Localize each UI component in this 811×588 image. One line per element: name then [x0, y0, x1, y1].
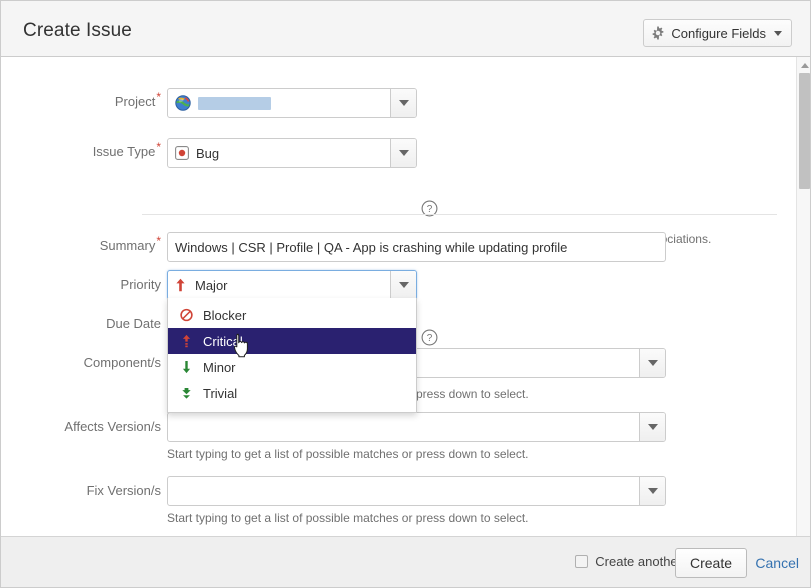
page-title: Create Issue: [23, 20, 132, 41]
project-label: Project*: [114, 89, 161, 109]
priority-option-critical[interactable]: Critical: [168, 328, 416, 354]
dialog-header: Create Issue Configure Fields: [1, 1, 810, 57]
create-issue-dialog: Create Issue Configure Fields Project* I…: [0, 0, 811, 588]
required-indicator: *: [156, 89, 161, 104]
cancel-label: Cancel: [755, 555, 799, 571]
priority-help-icon[interactable]: ?: [421, 329, 438, 346]
configure-fields-label: Configure Fields: [671, 25, 766, 41]
vertical-scrollbar[interactable]: [796, 57, 810, 538]
priority-value: Major: [195, 277, 228, 293]
components-dropdown-button[interactable]: [639, 349, 665, 377]
issue-type-field[interactable]: Bug: [167, 138, 417, 168]
chevron-down-icon: [647, 424, 658, 430]
affects-versions-dropdown-button[interactable]: [639, 413, 665, 441]
priority-option-label: Minor: [203, 359, 236, 375]
chevron-down-icon: [398, 100, 409, 106]
issue-type-value: Bug: [196, 145, 220, 161]
summary-label: Summary*: [99, 233, 161, 253]
fix-versions-input[interactable]: [167, 476, 666, 506]
priority-field[interactable]: Major: [167, 270, 417, 300]
bug-icon: [175, 146, 196, 160]
chevron-down-icon: [647, 488, 658, 494]
priority-trivial-double-arrow-down-icon: [180, 386, 203, 400]
affects-versions-input[interactable]: [167, 412, 666, 442]
scrollbar-thumb[interactable]: [799, 73, 810, 189]
priority-option-blocker[interactable]: Blocker: [168, 302, 416, 328]
chevron-down-icon: [774, 30, 782, 36]
project-value-redacted: [198, 96, 271, 110]
priority-dropdown-button[interactable]: [390, 271, 416, 299]
priority-major-arrow-up-icon: [175, 278, 195, 292]
dialog-footer: Create another Create Cancel: [1, 536, 810, 587]
required-indicator: *: [156, 139, 161, 154]
priority-label: Priority: [120, 277, 161, 292]
fix-versions-label: Fix Version/s: [86, 483, 161, 498]
priority-blocker-no-entry-icon: [180, 308, 203, 322]
project-field[interactable]: [167, 88, 417, 118]
priority-option-minor[interactable]: Minor: [168, 354, 416, 380]
gear-icon: [651, 26, 665, 40]
create-button[interactable]: Create: [674, 548, 747, 578]
fix-versions-help-text: Start typing to get a list of possible m…: [167, 511, 529, 525]
configure-fields-button[interactable]: Configure Fields: [643, 19, 792, 47]
priority-dropdown-menu[interactable]: Blocker Critical Minor Trivial: [167, 298, 417, 413]
project-dropdown-button[interactable]: [390, 89, 416, 117]
components-help-text: press down to select.: [416, 387, 529, 401]
create-button-label: Create: [689, 555, 732, 571]
create-another-label: Create another: [595, 554, 682, 569]
due-date-label: Due Date: [106, 316, 161, 331]
priority-option-trivial[interactable]: Trivial: [168, 380, 416, 406]
affects-versions-help-text: Start typing to get a list of possible m…: [167, 447, 529, 461]
chevron-down-icon: [647, 360, 658, 366]
priority-option-label: Blocker: [203, 307, 247, 323]
required-indicator: *: [156, 233, 161, 248]
fix-versions-dropdown-button[interactable]: [639, 477, 665, 505]
summary-input[interactable]: Windows | CSR | Profile | QA - App is cr…: [167, 232, 666, 262]
checkbox-box[interactable]: [575, 555, 589, 568]
chevron-down-icon: [398, 282, 409, 288]
affects-versions-label: Affects Version/s: [64, 419, 161, 434]
components-label: Component/s: [83, 355, 161, 370]
issue-type-label: Issue Type*: [92, 139, 161, 159]
project-globe-icon: [175, 95, 198, 111]
create-another-checkbox[interactable]: Create another: [575, 554, 682, 569]
cancel-link[interactable]: Cancel: [755, 555, 799, 571]
priority-minor-arrow-down-icon: [180, 360, 203, 374]
section-divider: [142, 214, 777, 215]
priority-option-label: Critical: [203, 333, 243, 349]
chevron-down-icon: [398, 150, 409, 156]
issue-type-dropdown-button[interactable]: [390, 139, 416, 167]
svg-text:?: ?: [427, 333, 433, 344]
priority-option-label: Trivial: [203, 385, 238, 401]
scroll-up-arrow-icon[interactable]: [801, 63, 809, 68]
priority-critical-arrow-up-icon: [180, 334, 203, 348]
summary-value: Windows | CSR | Profile | QA - App is cr…: [175, 239, 568, 255]
